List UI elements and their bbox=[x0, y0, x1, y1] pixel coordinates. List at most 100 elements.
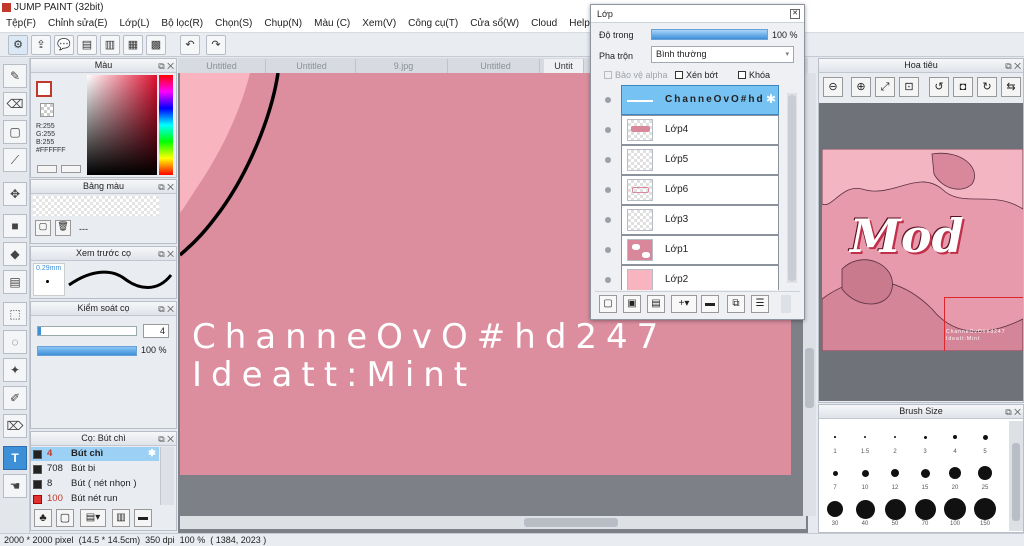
grid-icon[interactable]: ▩ bbox=[146, 35, 166, 55]
menu-view[interactable]: Xem(V) bbox=[356, 15, 402, 33]
visibility-icon[interactable] bbox=[605, 157, 611, 163]
chat-icon[interactable]: ▤ bbox=[77, 35, 97, 55]
close-icon[interactable]: ✕ bbox=[790, 9, 800, 19]
layer-actions-scroll[interactable] bbox=[781, 295, 791, 313]
brush-size-input[interactable]: 4 bbox=[143, 324, 169, 338]
layer-row-selected[interactable]: ChanneOvO#hd ✱ bbox=[621, 85, 779, 115]
zoom-out-icon[interactable]: ⊖ bbox=[823, 77, 843, 97]
menu-filter[interactable]: Bộ lọc(R) bbox=[155, 15, 209, 33]
menu-tools[interactable]: Công cụ(T) bbox=[402, 15, 464, 33]
menu-layer[interactable]: Lớp(L) bbox=[114, 15, 156, 33]
brush-size-dot[interactable] bbox=[891, 469, 899, 477]
duplicate-layer-icon[interactable]: ▣ bbox=[623, 295, 641, 313]
layer-row[interactable]: Lớp5 bbox=[621, 145, 779, 175]
menu-edit[interactable]: Chỉnh sửa(E) bbox=[42, 15, 114, 33]
brush-size-dot[interactable] bbox=[914, 498, 936, 520]
lasso-select-icon[interactable]: ◌ bbox=[3, 330, 27, 354]
panel-buttons[interactable]: ⧉ ✕ bbox=[158, 433, 174, 446]
reset-rotation-icon[interactable]: ◘ bbox=[953, 77, 973, 97]
brush-size-dot[interactable] bbox=[884, 498, 906, 520]
new-brush-icon[interactable]: ▢ bbox=[56, 509, 74, 527]
layer-row[interactable]: Lớp1 bbox=[621, 235, 779, 265]
line-tool-icon[interactable]: ⟋ bbox=[3, 148, 27, 172]
brush-size-dot[interactable] bbox=[978, 466, 992, 480]
brush-add-icon[interactable]: ♣ bbox=[34, 509, 52, 527]
layer-row[interactable]: Lớp3 bbox=[621, 205, 779, 235]
horizontal-scrollbar[interactable] bbox=[180, 516, 806, 529]
brush-size-dot[interactable] bbox=[949, 467, 961, 479]
note-icon[interactable]: ▦ bbox=[123, 35, 143, 55]
brush-size-dot[interactable] bbox=[944, 498, 966, 520]
tab-untitled-1[interactable]: Untitled bbox=[178, 59, 266, 73]
brush-settings-icon[interactable]: ▥ bbox=[112, 509, 130, 527]
menu-file[interactable]: Tệp(F) bbox=[0, 15, 42, 33]
folder-icon[interactable]: ▬ bbox=[701, 295, 719, 313]
brush-size-dot[interactable] bbox=[855, 499, 875, 519]
trash-icon[interactable]: 🗑 bbox=[55, 220, 71, 236]
brush-size-scrollbar[interactable] bbox=[1009, 421, 1023, 531]
undo-icon[interactable]: ↶ bbox=[180, 35, 200, 55]
brush-size-dot[interactable] bbox=[974, 498, 996, 520]
zoom-in-icon[interactable]: ⊕ bbox=[851, 77, 871, 97]
panel-buttons[interactable]: ⧉ ✕ bbox=[1005, 406, 1021, 419]
rotate-right-icon[interactable]: ↻ bbox=[977, 77, 997, 97]
merge-layer-icon[interactable]: ▤ bbox=[647, 295, 665, 313]
hue-slider[interactable] bbox=[159, 75, 173, 175]
layer-row[interactable]: Lớp6 bbox=[621, 175, 779, 205]
rect-tool-icon[interactable]: ▢ bbox=[3, 120, 27, 144]
menu-cloud[interactable]: Cloud bbox=[525, 15, 563, 33]
magic-wand-icon[interactable]: ✦ bbox=[3, 358, 27, 382]
panel-buttons[interactable]: ⧉ ✕ bbox=[158, 303, 174, 316]
foreground-color-swatch[interactable] bbox=[36, 81, 52, 97]
add-layer-menu-icon[interactable]: +▾ bbox=[671, 295, 697, 313]
fill-rect-tool-icon[interactable]: ■ bbox=[3, 214, 27, 238]
bucket-tool-icon[interactable]: ◆ bbox=[3, 242, 27, 266]
tab-untitled-2[interactable]: Untitled bbox=[268, 59, 356, 73]
brush-item[interactable]: 4 Bút chì ✱ bbox=[31, 447, 159, 461]
brush-size-dot[interactable] bbox=[827, 501, 843, 517]
folder-icon[interactable]: ▬ bbox=[134, 509, 152, 527]
panel-buttons[interactable]: ⧉ ✕ bbox=[158, 181, 174, 194]
copy-layer-icon[interactable]: ⧉ bbox=[727, 295, 745, 313]
visibility-icon[interactable] bbox=[605, 277, 611, 283]
menu-window[interactable]: Cửa sổ(W) bbox=[464, 15, 525, 33]
brush-item[interactable]: 100 Bút nét run bbox=[31, 492, 159, 506]
visibility-icon[interactable] bbox=[605, 187, 611, 193]
visibility-icon[interactable] bbox=[605, 247, 611, 253]
rect-select-icon[interactable]: ⬚ bbox=[3, 302, 27, 326]
layer-list-scrollbar[interactable] bbox=[787, 93, 797, 283]
tab-active[interactable]: Untit bbox=[544, 59, 584, 73]
menu-color[interactable]: Màu (C) bbox=[308, 15, 356, 33]
visibility-icon[interactable] bbox=[605, 127, 611, 133]
brush-size-slider[interactable] bbox=[37, 326, 137, 336]
brush-item[interactable]: 8 Bút ( nét nhọn ) bbox=[31, 477, 159, 491]
document-icon[interactable]: ▥ bbox=[100, 35, 120, 55]
layer-row[interactable]: Lớp2 bbox=[621, 265, 779, 290]
rotate-left-icon[interactable]: ↺ bbox=[929, 77, 949, 97]
saturation-value-picker[interactable] bbox=[87, 75, 157, 175]
settings-icon[interactable]: ⚙ bbox=[8, 35, 28, 55]
blend-mode-select[interactable]: Bình thường ▾ bbox=[651, 46, 794, 63]
layer-row[interactable]: Lớp4 bbox=[621, 115, 779, 145]
visibility-icon[interactable] bbox=[605, 97, 611, 103]
brush-size-dot[interactable] bbox=[923, 435, 927, 439]
comment-icon[interactable]: 💬 bbox=[54, 35, 74, 55]
select-eraser-icon[interactable]: ⌦ bbox=[3, 414, 27, 438]
tab-untitled-3[interactable]: Untitled bbox=[452, 59, 540, 73]
new-palette-icon[interactable]: ▢ bbox=[35, 220, 51, 236]
panel-buttons[interactable]: ⧉ ✕ bbox=[158, 248, 174, 261]
share-icon[interactable]: ⇪ bbox=[31, 35, 51, 55]
palette-swatch-area[interactable] bbox=[33, 196, 159, 216]
brush-size-dot[interactable] bbox=[920, 468, 930, 478]
menu-capture[interactable]: Chụp(N) bbox=[258, 15, 308, 33]
brush-size-dot[interactable] bbox=[834, 436, 836, 438]
redo-icon[interactable]: ↷ bbox=[206, 35, 226, 55]
brush-size-dot[interactable] bbox=[982, 434, 988, 440]
fit-screen-icon[interactable]: ⤢ bbox=[875, 77, 895, 97]
color-mode-button-2[interactable] bbox=[61, 165, 81, 173]
brush-size-dot[interactable] bbox=[864, 436, 866, 438]
brush-size-dot[interactable] bbox=[953, 435, 957, 439]
brush-tool-icon[interactable]: ✎ bbox=[3, 64, 27, 88]
gear-icon[interactable]: ✱ bbox=[148, 447, 156, 461]
text-tool-icon[interactable]: T bbox=[3, 446, 27, 470]
